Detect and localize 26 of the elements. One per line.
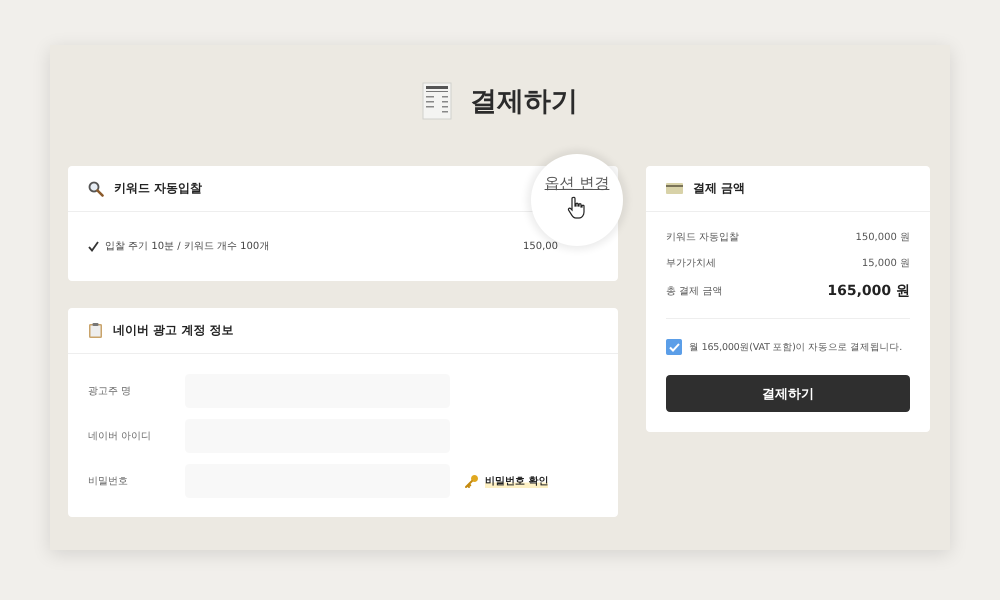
- receipt-icon: [422, 82, 452, 120]
- option-price: 150,00: [523, 240, 558, 252]
- clipboard-icon: [88, 322, 103, 339]
- card-title: 키워드 자동입찰: [114, 180, 202, 197]
- amount-value: 15,000 원: [862, 257, 910, 270]
- key-icon: [464, 474, 479, 488]
- card-title: 결제 금액: [693, 180, 746, 197]
- field-label: 비밀번호: [88, 475, 129, 488]
- pay-button[interactable]: 결제하기: [666, 375, 910, 412]
- option-summary: 입찰 주기 10분 / 키워드 개수 100개: [105, 240, 270, 253]
- consent-text: 월 165,000원(VAT 포함)이 자동으로 결제됩니다.: [689, 340, 902, 354]
- hand-cursor-icon: [567, 196, 587, 220]
- amount-label: 총 결제 금액: [666, 285, 722, 298]
- field-label: 네이버 아이디: [88, 430, 152, 443]
- change-option-link[interactable]: 옵션 변경: [544, 174, 610, 193]
- amount-value: 150,000 원: [855, 231, 910, 244]
- card-title: 네이버 광고 계정 정보: [113, 322, 234, 339]
- verify-password-link[interactable]: 비밀번호 확인: [485, 474, 548, 488]
- amount-label: 키워드 자동입찰: [666, 231, 740, 244]
- field-label: 광고주 명: [88, 385, 132, 398]
- amount-value: 165,000 원: [827, 282, 910, 300]
- credit-card-icon: [666, 183, 683, 194]
- amount-label: 부가가치세: [666, 257, 716, 270]
- page-title: 결제하기: [470, 85, 578, 119]
- checkbox[interactable]: [666, 339, 682, 355]
- magnifier-icon: [88, 180, 104, 196]
